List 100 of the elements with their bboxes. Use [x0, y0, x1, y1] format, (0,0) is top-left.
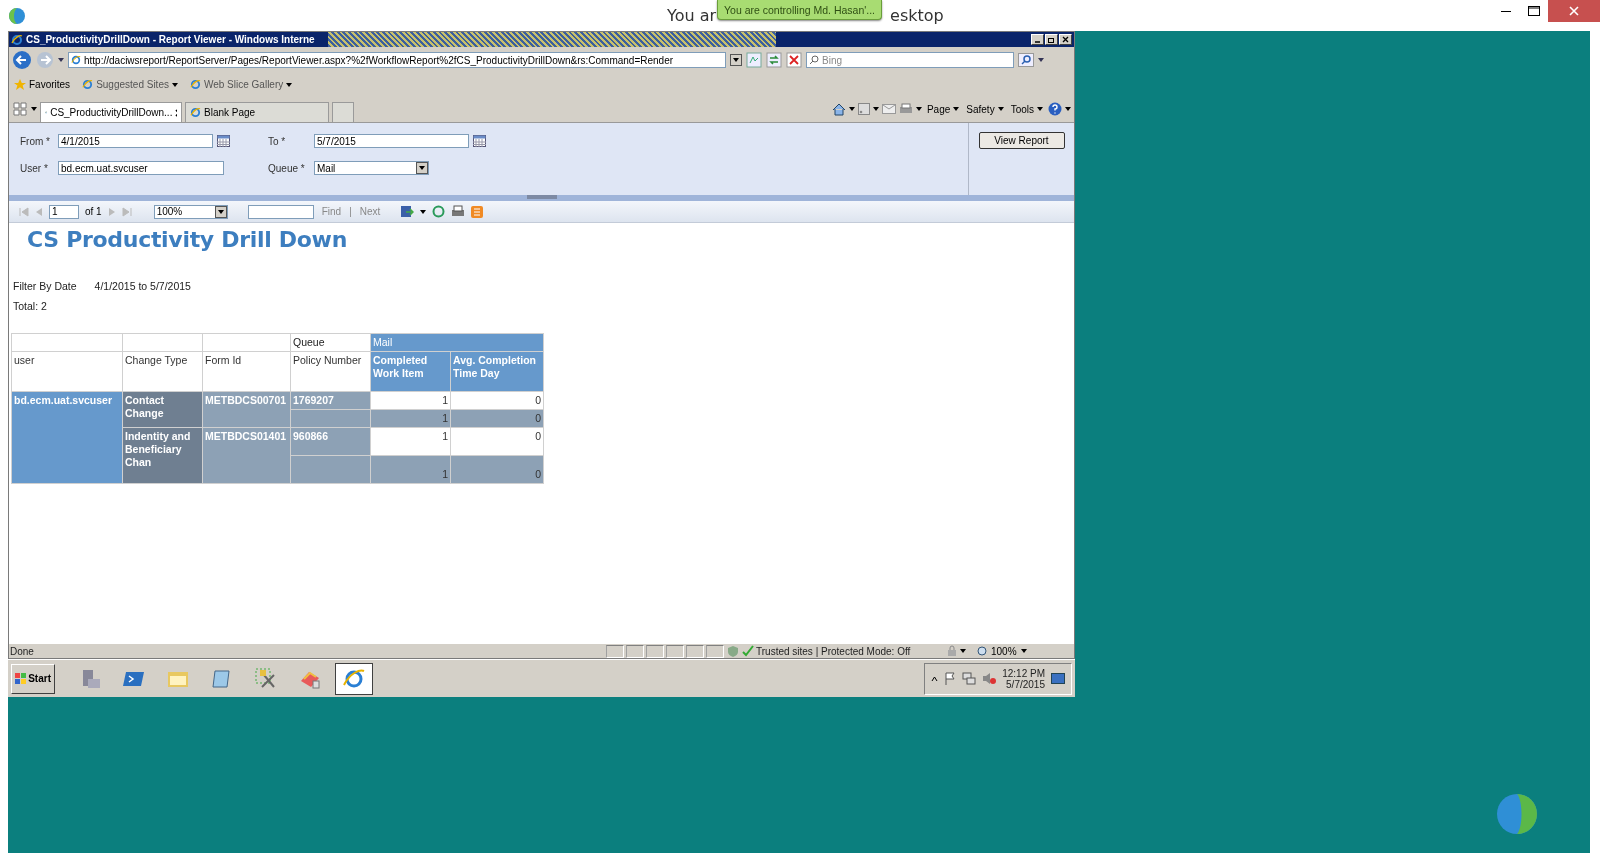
view-report-button[interactable]: View Report: [978, 132, 1065, 149]
favorites-button[interactable]: Favorites: [12, 75, 73, 94]
zoom-dropdown[interactable]: 100%: [153, 204, 228, 219]
home-icon[interactable]: [831, 102, 846, 116]
first-page-icon[interactable]: [19, 206, 29, 217]
search-icon: [809, 55, 819, 65]
previous-page-icon[interactable]: [35, 206, 43, 217]
close-button[interactable]: [1059, 34, 1072, 45]
browser-tab[interactable]: Blank Page: [185, 102, 329, 122]
column-header: Form Id: [202, 351, 291, 392]
taskbar-icon[interactable]: [335, 662, 373, 695]
forward-icon[interactable]: [36, 51, 54, 69]
refresh-icon[interactable]: [766, 52, 782, 68]
stop-icon[interactable]: [786, 52, 802, 68]
chevron-up-icon[interactable]: [931, 675, 939, 682]
command-menu[interactable]: Tools: [1008, 100, 1045, 118]
search-icon[interactable]: [1018, 53, 1034, 67]
dropdown-field[interactable]: Mail: [314, 161, 429, 175]
check-icon: [742, 645, 754, 657]
find-field[interactable]: [247, 204, 314, 219]
favorites-link[interactable]: Web Slice Gallery: [187, 75, 295, 94]
calendar-icon[interactable]: [217, 135, 230, 147]
feeds-icon[interactable]: [857, 103, 870, 115]
globe-icon[interactable]: [1496, 793, 1538, 835]
help-icon[interactable]: [1048, 102, 1062, 116]
restore-button[interactable]: [1045, 34, 1058, 45]
new-tab-button[interactable]: [332, 102, 354, 122]
table-cell: Indentity and Beneficiary Chan: [122, 427, 203, 484]
filter-value: 4/1/2015 to 5/7/2015: [94, 280, 191, 292]
last-page-icon[interactable]: [121, 206, 132, 217]
calendar-icon[interactable]: [473, 135, 486, 147]
feed-icon[interactable]: [471, 205, 484, 218]
column-header: user: [11, 351, 123, 392]
lock-icon[interactable]: [946, 645, 958, 657]
start-button[interactable]: Start: [11, 663, 55, 694]
field-label: From *: [20, 135, 51, 147]
network-icon[interactable]: [962, 672, 977, 685]
input-field[interactable]: bd.ecm.uat.svcuser: [58, 161, 224, 175]
window-title: esktop: [890, 6, 944, 25]
splitter-handle[interactable]: [526, 195, 557, 199]
refresh-icon[interactable]: [432, 205, 446, 218]
windows-logo-icon: [15, 672, 27, 685]
zoom-level[interactable]: 100%: [989, 642, 1019, 660]
minimize-button[interactable]: [1031, 34, 1044, 45]
caret-icon: [286, 82, 293, 87]
export-icon[interactable]: [400, 205, 415, 218]
table-header: Mail: [370, 333, 544, 352]
tab-list-icon[interactable]: [12, 101, 28, 117]
address-field[interactable]: http://daciwsreport/ReportServer/Pages/ReportViewer.aspx?%2fWorkflowReport%2fCS_ProductivityDrillDown&rs:Command=Render: [68, 52, 726, 68]
back-icon[interactable]: [12, 50, 32, 70]
show-desktop-icon[interactable]: [1051, 673, 1065, 684]
browser-tab[interactable]: CS_ProductivityDrillDown...: [40, 102, 182, 122]
caret-icon: [1038, 58, 1044, 62]
column-header: Policy Number: [290, 351, 371, 392]
total-text: Total: 2: [13, 300, 47, 312]
print-icon[interactable]: [898, 103, 913, 115]
caret-icon: [31, 107, 37, 111]
input-field[interactable]: 4/1/2015: [58, 134, 213, 148]
restore-icon: [1047, 36, 1056, 43]
caret-icon: [1037, 107, 1043, 111]
command-menu[interactable]: Page: [924, 100, 962, 118]
table-cell: Contact Change: [122, 391, 203, 428]
dropdown-icon[interactable]: [214, 205, 227, 218]
dropdown-icon[interactable]: [730, 54, 742, 66]
next-page-icon[interactable]: [107, 206, 116, 217]
input-field[interactable]: 5/7/2015: [314, 134, 469, 148]
caret-icon: [872, 107, 879, 111]
field-label: To *: [268, 135, 287, 147]
caret-icon: [1065, 107, 1071, 111]
table-cell: 1: [370, 455, 451, 484]
zoom-icon: [976, 645, 987, 657]
caret-icon: [420, 209, 427, 214]
column-header: Completed Work Item: [370, 351, 451, 392]
flag-icon[interactable]: [944, 672, 957, 685]
table-cell: 1: [370, 427, 451, 456]
table-cell: 960866: [290, 427, 371, 456]
table-header: Queue: [290, 333, 371, 352]
command-menu[interactable]: Safety: [964, 100, 1006, 118]
field-label: User *: [20, 162, 49, 174]
column-header: Avg. Completion Time Day: [450, 351, 544, 392]
search-field[interactable]: Bing: [806, 52, 1014, 68]
status-text: Done: [10, 645, 35, 657]
filter-label: Filter By Date: [13, 280, 77, 292]
caret-icon: [171, 82, 178, 87]
favorites-link[interactable]: Suggested Sites: [80, 75, 180, 94]
mail-icon[interactable]: [881, 104, 896, 114]
clock-date: 5/7/2015: [1006, 678, 1045, 690]
page-field[interactable]: 1: [49, 204, 79, 219]
separator-text: |: [349, 206, 352, 217]
table-cell: bd.ecm.uat.svcuser: [11, 391, 123, 484]
table-cell: METBDCS01401: [202, 427, 291, 484]
print-icon[interactable]: [451, 205, 466, 218]
caret-icon: [953, 107, 960, 111]
caret-icon: [997, 107, 1004, 111]
dropdown-icon[interactable]: [416, 162, 428, 174]
page-count: of 1: [85, 206, 102, 217]
muted-speaker-icon[interactable]: [982, 672, 997, 685]
shield-icon: [726, 645, 740, 657]
minimize-icon: [1501, 10, 1511, 12]
window-title: CS_ProductivityDrillDown - Report Viewer - Windows Interne: [26, 34, 315, 45]
